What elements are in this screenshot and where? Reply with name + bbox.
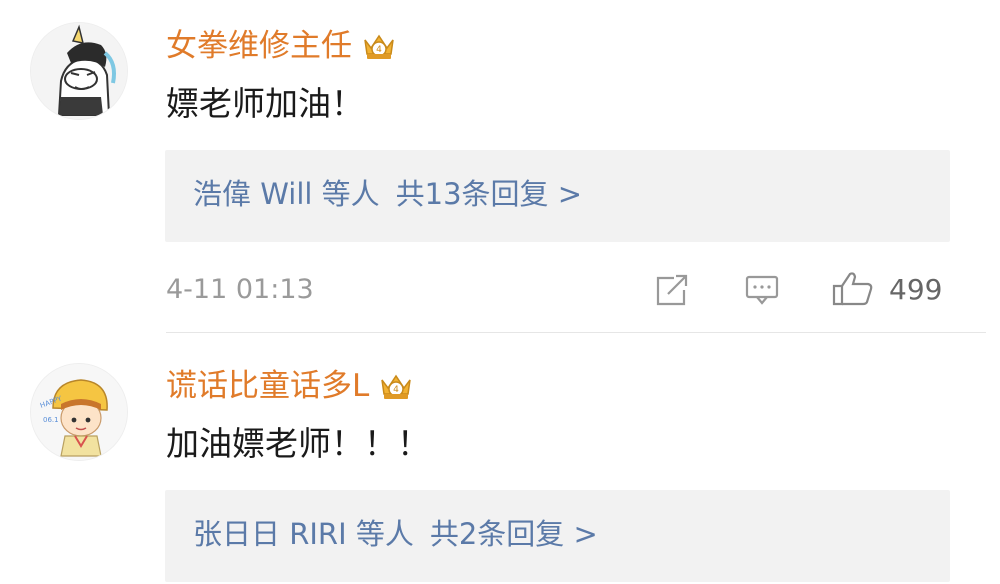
username-label[interactable]: 女拳维修主任 — [166, 26, 352, 66]
reply-count-link[interactable]: 共2条回复 > — [430, 517, 598, 551]
username[interactable]: 女拳维修主任 4 — [166, 26, 396, 66]
reply-count-link[interactable]: 共13条回复 > — [396, 177, 582, 211]
share-icon[interactable] — [654, 274, 690, 306]
svg-text:4: 4 — [376, 45, 382, 55]
comment-icon[interactable] — [744, 274, 780, 306]
username-label[interactable]: 谎话比童话多L — [166, 366, 369, 406]
timestamp: 4-11 01:13 — [166, 274, 314, 305]
reply-summary[interactable]: 张日日 RIRI 等人 共2条回复 > — [165, 490, 950, 582]
comment-text: 加油嫖老师！！！ — [166, 424, 430, 463]
comment-meta: 4-11 01:13 499 — [166, 268, 952, 312]
reply-summary[interactable]: 浩偉 Will 等人 共13条回复 > — [165, 150, 950, 242]
avatar[interactable]: HAPPY 06.1 — [30, 363, 128, 461]
comment-text: 嫖老师加油！ — [166, 84, 364, 123]
thumbs-up-icon[interactable] — [832, 270, 874, 306]
comment-item: HAPPY 06.1 谎话比童话多L 4 加油嫖老师！！！ 张日日 RIRI 等… — [0, 335, 1000, 584]
svg-text:4: 4 — [393, 385, 399, 395]
avatar[interactable] — [30, 22, 128, 120]
like-count: 499 — [889, 273, 943, 306]
username[interactable]: 谎话比童话多L 4 — [166, 366, 413, 406]
svg-text:06.1: 06.1 — [43, 416, 59, 424]
vip-crown-icon: 4 — [381, 374, 412, 399]
reply-users[interactable]: 浩偉 Will 等人 — [193, 177, 380, 211]
divider — [166, 332, 986, 333]
cartoon-horse-avatar-icon — [31, 23, 127, 119]
vip-crown-icon: 4 — [364, 34, 394, 59]
comment-item: 女拳维修主任 4 嫖老师加油！ 浩偉 Will 等人 共13条回复 > 4-11 … — [0, 0, 1000, 335]
cartoon-child-avatar-icon: HAPPY 06.1 — [31, 364, 127, 460]
reply-users[interactable]: 张日日 RIRI 等人 — [193, 517, 414, 551]
